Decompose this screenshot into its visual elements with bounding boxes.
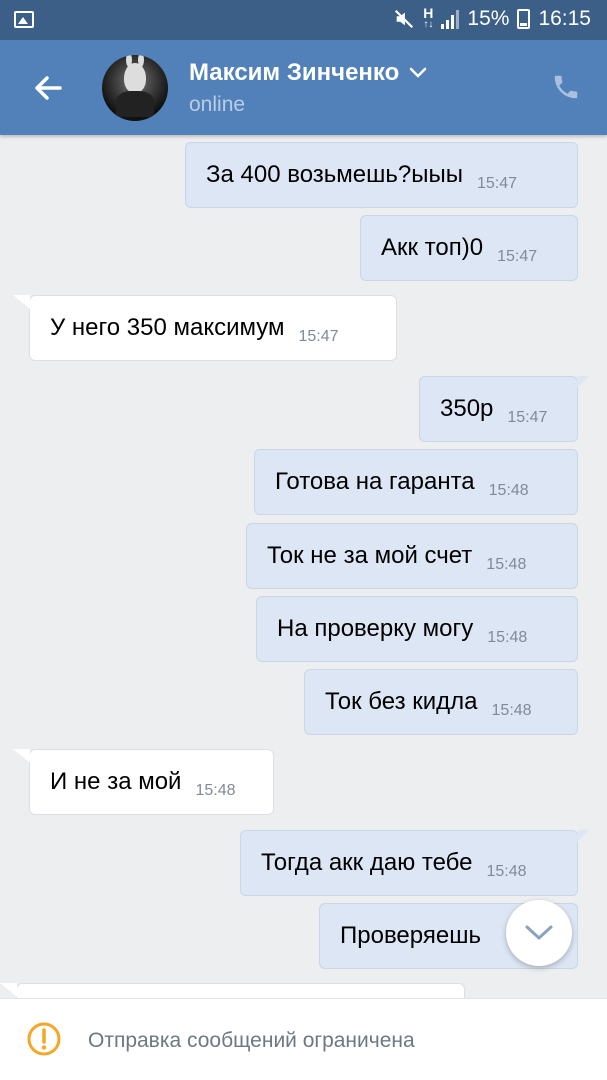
scroll-down-icon [525,925,553,940]
contact-name: Максим Зинченко [189,59,400,86]
message-bubble[interactable]: Ток не за мой счет 15:48 [246,523,578,589]
battery-percent: 15% [467,7,510,30]
message-text: Ток без кидла [325,688,478,715]
chevron-down-icon [410,67,427,78]
message-time: 15:47 [477,175,518,192]
message-time: 15:48 [195,782,236,799]
message-time: 15:48 [486,556,527,573]
contact-name-dropdown[interactable]: Максим Зинченко [189,59,427,87]
message-text: У него 350 максимум [50,314,285,341]
mute-icon [395,9,414,29]
chat-header: Максим Зинченко online [0,40,607,135]
message-bubble[interactable]: Тогда акк даю тебе 15:48 [240,830,589,896]
message-bubble[interactable]: Ток без кидла 15:48 [304,669,578,735]
status-bar: H ↑↓ 15% 16:15 [0,0,607,40]
scroll-down-button[interactable] [506,900,572,966]
message-bubble[interactable]: У него 350 максимум 15:47 [13,295,397,361]
message-bubble[interactable]: За 400 возьмешь?ыыы 15:47 [185,142,578,208]
back-arrow-icon[interactable] [30,70,66,106]
message-text: За 400 возьмешь?ыыы [206,161,463,188]
messaging-restricted-notice: Отправка сообщений ограничена [88,1029,415,1052]
message-time: 15:48 [486,863,527,880]
gallery-icon [14,11,34,28]
input-bar: Отправка сообщений ограничена [0,998,607,1080]
message-bubble-partial[interactable] [0,983,465,998]
message-time: 15:47 [507,409,548,426]
message-text: Акк топ)0 [381,234,484,261]
message-time: 15:48 [491,702,532,719]
message-bubble[interactable]: На проверку могу 15:48 [256,596,578,662]
message-time: 15:47 [298,328,339,345]
contact-status: online [189,93,246,116]
message-text: Готова на гаранта [275,468,475,495]
message-bubble[interactable]: И не за мой 15:48 [13,749,274,815]
message-text: Тогда акк даю тебе [261,849,473,876]
message-text: На проверку могу [277,615,474,642]
signal-icon: H ↑↓ [423,5,434,30]
message-time: 15:47 [497,248,538,265]
message-text: Ток не за мой счет [267,542,473,569]
message-time: 15:48 [488,482,529,499]
warning-icon [27,1022,61,1056]
message-bubble[interactable]: 350р 15:47 [419,376,589,442]
message-text: 350р [440,395,494,422]
message-time: 15:48 [487,629,528,646]
phone-icon[interactable] [551,72,581,102]
message-text: Проверяешь [340,922,481,949]
avatar[interactable] [102,55,168,121]
battery-icon [517,9,531,29]
signal-bars-icon [441,9,460,29]
message-bubble[interactable]: Готова на гаранта 15:48 [254,449,578,515]
clock: 16:15 [538,7,591,30]
message-bubble[interactable]: Акк топ)0 15:47 [360,215,578,281]
message-list[interactable]: За 400 возьмешь?ыыы 15:47 Акк топ)0 15:4… [0,135,607,998]
message-text: И не за мой [50,768,182,795]
